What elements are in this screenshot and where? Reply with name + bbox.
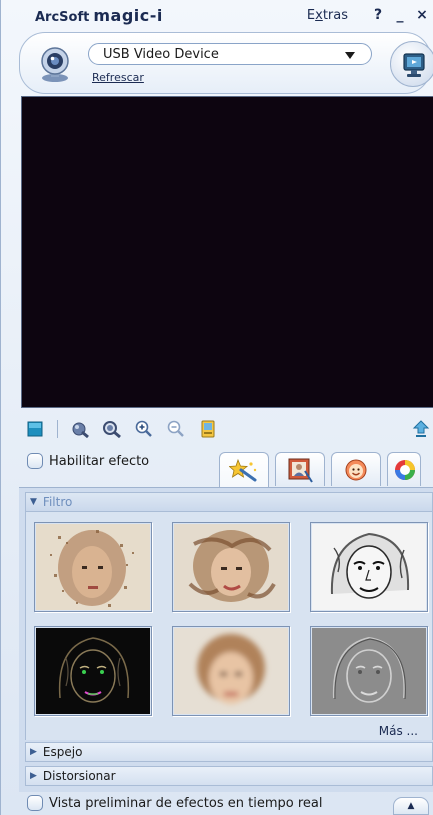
refresh-link[interactable]: Refrescar <box>92 71 144 84</box>
category-label: Filtro <box>42 495 73 509</box>
effect-tabs <box>219 452 421 488</box>
filter-thumb-emboss[interactable] <box>310 626 428 716</box>
device-select-value: USB Video Device <box>103 46 219 62</box>
device-panel: USB Video Device Refrescar <box>19 32 433 94</box>
effects-panel: ▼ Filtro Más ... ▶ Espejo ▶ Distorsionar <box>19 487 433 792</box>
smiley-icon <box>345 459 367 480</box>
dropdown-arrow-icon <box>345 52 355 59</box>
portrait-frame-icon <box>288 458 313 483</box>
category-espejo-header[interactable]: ▶ Espejo <box>25 742 433 762</box>
color-settings-button[interactable] <box>70 419 90 439</box>
zoom-out-icon <box>167 420 184 437</box>
stop-button[interactable] <box>25 419 45 439</box>
tab-faces[interactable] <box>331 452 381 486</box>
category-label: Espejo <box>42 745 83 759</box>
webcam-icon <box>41 47 69 82</box>
enable-effect-label: Habilitar efecto <box>49 453 150 469</box>
zoom-out-button[interactable] <box>166 419 186 439</box>
scatter-face-image <box>36 524 150 610</box>
tab-colors[interactable] <box>387 452 421 486</box>
filter-thumb-neon[interactable] <box>34 626 152 716</box>
realtime-preview-row: Vista preliminar de efectos en tiempo re… <box>27 795 322 811</box>
enable-effect-row: Habilitar efecto <box>27 453 149 469</box>
filter-thumb-swirl[interactable] <box>172 522 290 612</box>
swirl-face-image <box>174 524 288 610</box>
realtime-preview-checkbox[interactable] <box>27 795 43 811</box>
enable-effect-checkbox[interactable] <box>27 453 43 469</box>
device-select[interactable]: USB Video Device <box>88 43 372 65</box>
color-settings-icon <box>72 422 89 438</box>
magic-i-window: ArcSoft magic-i Extras ? _ × USB Video D… <box>0 0 433 815</box>
filter-gallery: Más ... <box>25 512 433 740</box>
star-wand-icon <box>229 458 257 481</box>
category-distorsionar-header[interactable]: ▶ Distorsionar <box>25 766 433 786</box>
tab-effects[interactable] <box>219 452 269 488</box>
filter-thumb-scatter[interactable] <box>34 522 152 612</box>
help-button[interactable]: ? <box>372 7 384 23</box>
monitor-button[interactable] <box>390 41 433 87</box>
zoom-settings-icon <box>103 421 121 438</box>
tab-frames[interactable] <box>275 452 325 486</box>
chevron-up-icon: ▲ <box>407 801 415 811</box>
product-name: magic-i <box>93 5 163 25</box>
upload-icon[interactable] <box>412 419 430 439</box>
toolbar <box>25 416 433 442</box>
category-filtro-header[interactable]: ▼ Filtro <box>25 492 433 512</box>
zoom-settings-button[interactable] <box>102 419 122 439</box>
minimize-button[interactable]: _ <box>394 7 406 23</box>
emboss-face-image <box>312 628 426 714</box>
filter-thumb-blur[interactable] <box>172 626 290 716</box>
expanded-triangle-icon: ▼ <box>30 497 37 507</box>
sketch-face-image <box>312 524 426 610</box>
collapsed-triangle-icon: ▶ <box>30 771 37 781</box>
neon-edge-face-image <box>36 628 150 714</box>
collapsed-triangle-icon: ▶ <box>30 747 37 757</box>
toolbar-divider <box>57 420 58 438</box>
stop-icon <box>27 421 43 437</box>
snapshot-button[interactable] <box>198 419 218 439</box>
zoom-in-icon <box>135 420 152 437</box>
extras-menu[interactable]: Extras <box>307 8 348 23</box>
brand-name: ArcSoft <box>35 9 90 25</box>
snapshot-icon <box>201 420 215 438</box>
category-label: Distorsionar <box>42 769 116 783</box>
filter-thumb-sketch[interactable] <box>310 522 428 612</box>
realtime-preview-label: Vista preliminar de efectos en tiempo re… <box>49 795 323 811</box>
title-bar: ArcSoft magic-i Extras ? _ × <box>1 0 433 30</box>
video-preview[interactable] <box>21 96 433 408</box>
app-logo: ArcSoft magic-i <box>35 6 163 25</box>
monitor-icon <box>403 53 425 77</box>
color-wheel-icon <box>395 459 415 480</box>
collapse-panel-button[interactable]: ▲ <box>393 797 429 815</box>
blur-face-image <box>174 628 288 714</box>
more-filters-link[interactable]: Más ... <box>379 724 418 738</box>
close-button[interactable]: × <box>416 7 428 23</box>
zoom-in-button[interactable] <box>134 419 154 439</box>
